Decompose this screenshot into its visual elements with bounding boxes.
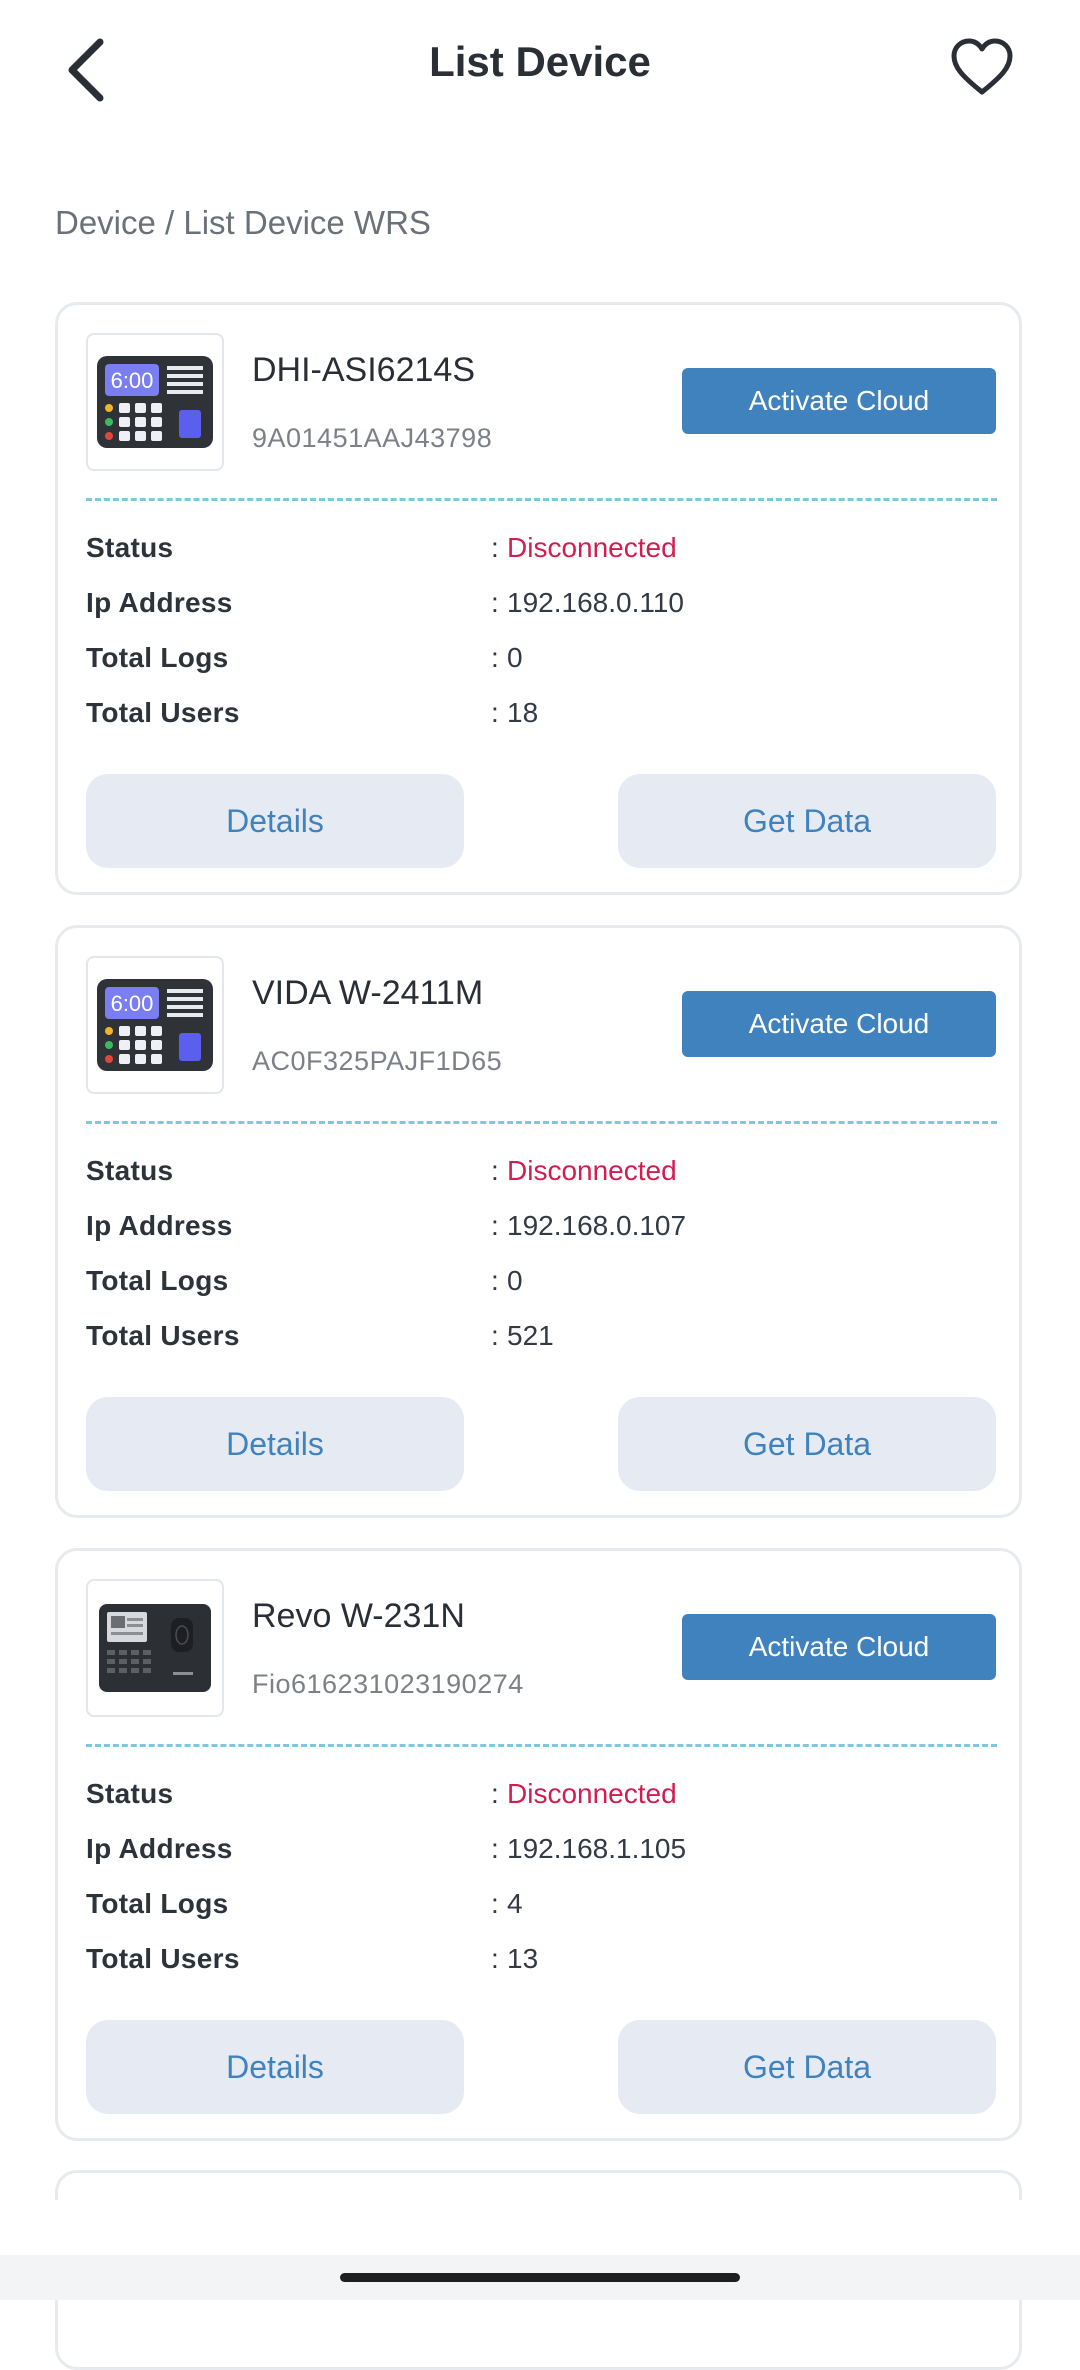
status-label: Status [86, 1778, 174, 1809]
time-attendance-keypad-icon: 6:00 [97, 356, 213, 448]
dashed-divider [86, 1744, 997, 1747]
status-value: Disconnected [507, 1155, 677, 1186]
users-value: 18 [507, 697, 539, 728]
ip-row: Ip Address : 192.168.1.105 [86, 1833, 986, 1873]
device-name: DHI-ASI6214S [252, 351, 475, 389]
get-data-button[interactable]: Get Data [618, 774, 996, 868]
breadcrumb: Device / List Device WRS [55, 204, 431, 241]
status-row: Status : Disconnected [86, 1778, 986, 1818]
status-value: Disconnected [507, 1778, 677, 1809]
dashed-divider [86, 498, 997, 501]
page-title: List Device [429, 38, 651, 85]
device-card: 6:00 VIDA W-2411M AC0F325PAJF1D65 Activa… [55, 925, 1022, 1518]
colon: : [491, 1778, 499, 1809]
colon: : [491, 1210, 499, 1241]
logs-row: Total Logs : 0 [86, 642, 986, 682]
colon: : [491, 642, 499, 673]
colon: : [491, 587, 499, 618]
device-serial: AC0F325PAJF1D65 [252, 1046, 503, 1076]
ip-label: Ip Address [86, 1210, 233, 1241]
ip-value: 192.168.0.107 [507, 1210, 687, 1241]
logs-label: Total Logs [86, 642, 229, 673]
users-label: Total Users [86, 1943, 240, 1974]
app-header: List Device [0, 0, 1080, 140]
users-label: Total Users [86, 1320, 240, 1351]
device-serial: Fio616231023190274 [252, 1669, 524, 1699]
dashed-divider [86, 1121, 997, 1124]
status-label: Status [86, 1155, 174, 1186]
details-button[interactable]: Details [86, 2020, 464, 2114]
colon: : [491, 1943, 499, 1974]
time-attendance-keypad-icon: 6:00 [97, 979, 213, 1071]
get-data-button[interactable]: Get Data [618, 1397, 996, 1491]
device-serial: 9A01451AAJ43798 [252, 423, 493, 453]
clock-text: 6:00 [111, 991, 154, 1016]
ip-value: 192.168.0.110 [507, 587, 684, 618]
logs-label: Total Logs [86, 1265, 229, 1296]
favorite-button[interactable] [948, 36, 1016, 100]
users-value: 521 [507, 1320, 554, 1351]
status-row: Status : Disconnected [86, 532, 986, 572]
ip-label: Ip Address [86, 587, 233, 618]
ip-value: 192.168.1.105 [507, 1833, 687, 1864]
home-indicator[interactable] [340, 2273, 740, 2282]
activate-cloud-button[interactable]: Activate Cloud [682, 368, 996, 434]
ip-row: Ip Address : 192.168.0.110 [86, 587, 986, 627]
logs-value: 4 [507, 1888, 523, 1919]
device-image [86, 1579, 224, 1717]
status-label: Status [86, 532, 174, 563]
details-button[interactable]: Details [86, 774, 464, 868]
ip-label: Ip Address [86, 1833, 233, 1864]
colon: : [491, 1833, 499, 1864]
get-data-button[interactable]: Get Data [618, 2020, 996, 2114]
logs-row: Total Logs : 4 [86, 1888, 986, 1928]
activate-cloud-button[interactable]: Activate Cloud [682, 1614, 996, 1680]
clock-text: 6:00 [111, 368, 154, 393]
logs-label: Total Logs [86, 1888, 229, 1919]
device-image: 6:00 [86, 333, 224, 471]
users-label: Total Users [86, 697, 240, 728]
device-name: VIDA W-2411M [252, 974, 484, 1012]
users-row: Total Users : 18 [86, 697, 986, 737]
logs-value: 0 [507, 642, 523, 673]
colon: : [491, 1320, 499, 1351]
colon: : [491, 532, 499, 563]
activate-cloud-button[interactable]: Activate Cloud [682, 991, 996, 1057]
users-row: Total Users : 521 [86, 1320, 986, 1360]
users-row: Total Users : 13 [86, 1943, 986, 1983]
logs-row: Total Logs : 0 [86, 1265, 986, 1305]
device-name: Revo W-231N [252, 1597, 465, 1635]
details-button[interactable]: Details [86, 1397, 464, 1491]
colon: : [491, 1265, 499, 1296]
device-card: Revo W-231N Fio616231023190274 Activate … [55, 1548, 1022, 2141]
scroll-clip [0, 2200, 1080, 2255]
device-image: 6:00 [86, 956, 224, 1094]
colon: : [491, 1888, 499, 1919]
heart-outline-icon [951, 38, 1013, 95]
colon: : [491, 697, 499, 728]
colon: : [491, 1155, 499, 1186]
device-card: 6:00 DHI-ASI6214S 9A01451AAJ43798 Activa… [55, 302, 1022, 895]
users-value: 13 [507, 1943, 539, 1974]
status-row: Status : Disconnected [86, 1155, 986, 1195]
logs-value: 0 [507, 1265, 523, 1296]
status-value: Disconnected [507, 532, 677, 563]
fingerprint-terminal-icon [99, 1604, 211, 1692]
ip-row: Ip Address : 192.168.0.107 [86, 1210, 986, 1250]
